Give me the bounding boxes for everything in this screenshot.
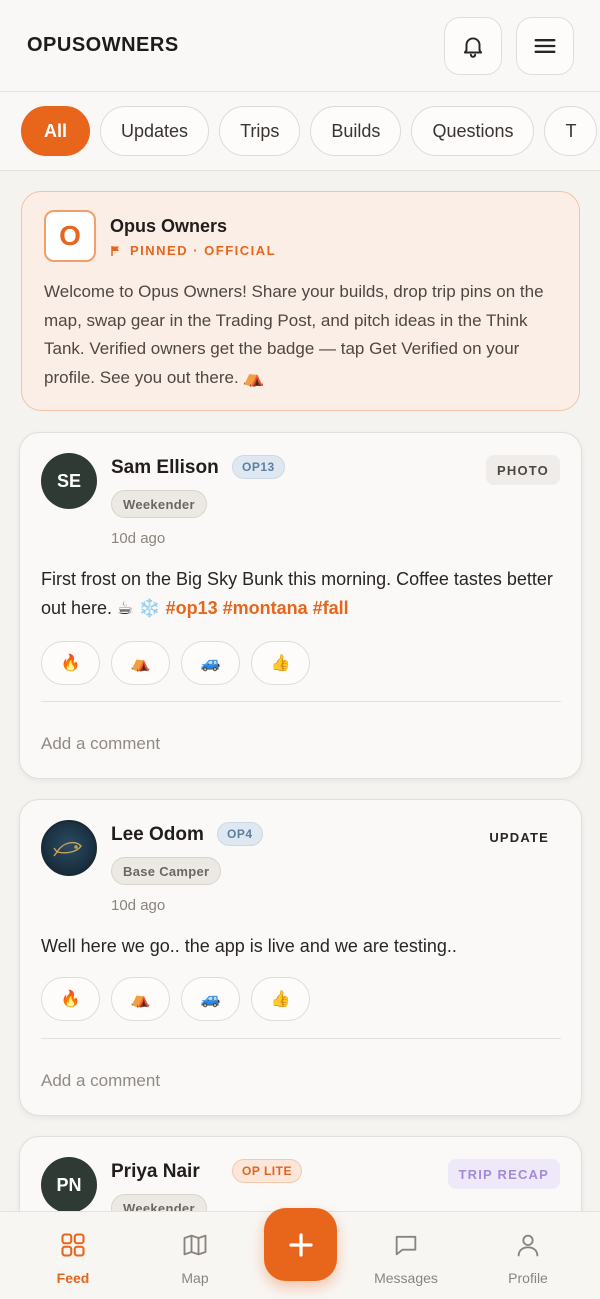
pinned-tag-label: PINNED · OFFICIAL [130,243,277,258]
post-type-badge: TRIP RECAP [447,1159,560,1189]
reaction-car-button[interactable]: 🚙 [181,641,240,685]
plus-icon [288,1232,313,1257]
author-name[interactable]: Lee Odom [111,824,204,846]
chat-bubble-icon [395,1235,417,1256]
divider [41,701,561,702]
filter-bar: All Updates Trips Builds Questions T [0,92,600,171]
hashtags[interactable]: #op13 #montana #fall [166,598,349,618]
nav-map[interactable]: Map [145,1230,245,1286]
nav-messages[interactable]: Messages [356,1230,456,1286]
bell-icon [463,36,483,58]
comment-input[interactable]: Add a comment [41,1071,160,1091]
nav-feed[interactable]: Feed [23,1230,123,1286]
model-badge: OP LITE [232,1159,302,1183]
post-type-badge: UPDATE [489,829,549,845]
nav-profile[interactable]: Profile [478,1230,578,1286]
tier-badge: Weekender [111,1194,207,1211]
pinned-author: Opus Owners [110,216,228,236]
author-name[interactable]: Priya Nair [111,1161,200,1183]
post-card[interactable]: PN Priya Nair OP LITE Weekender TRIP REC… [19,1136,582,1211]
post-card[interactable]: Lee Odom OP4 Base Camper 10d ago UPDATE … [19,799,582,1116]
reaction-bar: 🔥 ⛺ 🚙 👍 [41,977,310,1021]
tier-badge: Base Camper [111,857,222,885]
reaction-tent-button[interactable]: ⛺ [111,977,170,1021]
filter-chip-more[interactable]: T [544,106,598,156]
tier-badge: Weekender [111,490,207,518]
model-badge: OP4 [217,822,263,846]
comment-input[interactable]: Add a comment [41,734,160,754]
header-actions [444,16,574,75]
notifications-button[interactable] [444,16,502,75]
feed: O Opus Owners PINNED · OFFICIAL Welcome … [0,171,600,1211]
reaction-bar: 🔥 ⛺ 🚙 👍 [41,641,310,685]
create-post-button[interactable] [264,1208,337,1281]
nav-map-label: Map [181,1270,209,1286]
divider [41,1038,561,1039]
grid-icon [61,1233,85,1257]
opus-logo: O [44,210,96,262]
post-time: 10d ago [111,897,166,914]
post-card[interactable]: SE Sam Ellison OP13 Weekender 10d ago PH… [19,432,582,779]
model-badge: OP13 [232,455,285,479]
nav-feed-label: Feed [56,1270,90,1286]
pinned-post[interactable]: O Opus Owners PINNED · OFFICIAL Welcome … [21,191,580,411]
pinned-tag: PINNED · OFFICIAL [110,243,276,258]
nav-messages-label: Messages [374,1270,438,1286]
fish-logo-icon [53,841,82,857]
filter-chip-updates[interactable]: Updates [100,106,210,156]
reaction-fire-button[interactable]: 🔥 [41,977,100,1021]
hamburger-icon [534,38,556,53]
filter-chip-all[interactable]: All [21,106,91,156]
post-text: First frost on the Big Sky Bunk this mor… [41,565,561,623]
map-icon [183,1234,207,1256]
app-header: OPUSOWNERS [0,0,600,92]
post-type-badge: PHOTO [486,455,560,485]
pinned-body: Welcome to Opus Owners! Share your build… [44,282,544,387]
brand-title: OPUSOWNERS [27,34,179,56]
flag-icon [111,245,119,256]
reaction-tent-button[interactable]: ⛺ [111,641,170,685]
filter-chip-questions[interactable]: Questions [411,106,535,156]
avatar[interactable]: PN [41,1157,97,1211]
filter-chip-trips[interactable]: Trips [219,106,301,156]
reaction-fire-button[interactable]: 🔥 [41,641,100,685]
post-time: 10d ago [111,530,166,547]
nav-profile-label: Profile [508,1270,548,1286]
author-name[interactable]: Sam Ellison [111,457,219,479]
avatar[interactable] [41,820,97,876]
filter-chip-builds[interactable]: Builds [310,106,402,156]
person-icon [517,1234,539,1257]
bottom-nav: Feed Map Messages Profile [0,1208,600,1299]
reaction-thumbs-up-button[interactable]: 👍 [251,641,310,685]
reaction-car-button[interactable]: 🚙 [181,977,240,1021]
reaction-thumbs-up-button[interactable]: 👍 [251,977,310,1021]
avatar[interactable]: SE [41,453,97,509]
menu-button[interactable] [516,16,574,75]
post-text: Well here we go.. the app is live and we… [41,936,457,956]
